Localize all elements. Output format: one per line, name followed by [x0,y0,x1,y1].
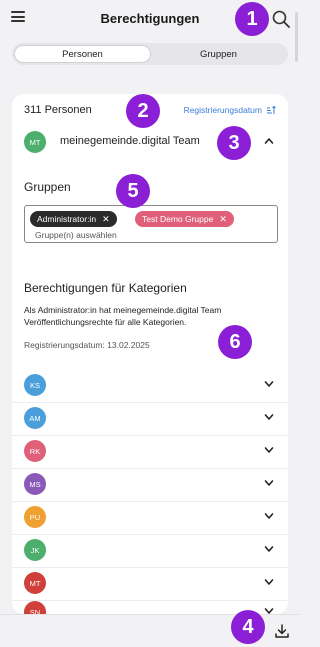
avatar: MT [24,131,46,153]
groups-placeholder: Gruppe(n) auswählen [35,230,117,240]
chip-label: Test Demo Gruppe [142,214,214,224]
sort-button[interactable]: Registrierungsdatum [184,105,276,115]
sort-label: Registrierungsdatum [183,105,262,115]
avatar: PU [24,506,46,528]
tab-personen[interactable]: Personen [14,45,151,63]
menu-icon[interactable] [11,11,25,22]
people-count: 311 Personen [24,104,92,116]
search-icon[interactable] [270,8,292,30]
page-title: Berechtigungen [100,10,200,26]
chevron-down-icon[interactable] [264,607,274,614]
person-row[interactable]: KS [12,367,288,403]
groups-select-field[interactable]: Administrator:in ✕ Test Demo Gruppe ✕ Gr… [24,205,278,243]
person-row[interactable]: MS [12,466,288,502]
page-scrollbar[interactable] [295,12,298,62]
chevron-up-icon[interactable] [264,137,274,145]
chevron-down-icon[interactable] [264,380,274,388]
annotation-badge: 3 [217,126,251,160]
categories-heading: Berechtigungen für Kategorien [24,281,187,295]
group-chip: Test Demo Gruppe ✕ [135,211,234,227]
group-chip: Administrator:in ✕ [30,211,117,227]
person-row[interactable]: JK [12,532,288,568]
annotation-badge: 2 [126,94,160,128]
annotation-badge: 6 [218,325,252,359]
person-name: meinegemeinde.digital Team [60,135,200,147]
remove-chip-icon[interactable]: ✕ [102,214,110,225]
download-icon[interactable] [274,623,290,639]
tab-gruppen[interactable]: Gruppen [151,45,286,63]
remove-chip-icon[interactable]: ✕ [219,214,227,225]
view-segmented-control: Personen Gruppen [12,43,288,65]
avatar: RK [24,440,46,462]
annotation-badge: 4 [231,610,265,644]
chip-label: Administrator:in [37,214,97,224]
chevron-down-icon[interactable] [264,446,274,454]
registration-date: Registrierungsdatum: 13.02.2025 [24,340,150,350]
chevron-down-icon[interactable] [264,479,274,487]
avatar: KS [24,374,46,396]
chevron-down-icon[interactable] [264,578,274,586]
avatar: MT [24,572,46,594]
person-row[interactable]: RK [12,433,288,469]
avatar: MS [24,473,46,495]
chevron-down-icon[interactable] [264,512,274,520]
groups-heading: Gruppen [24,180,71,194]
sort-icon [267,105,276,114]
annotation-badge: 5 [116,174,150,208]
permissions-screen: Berechtigungen Personen Gruppen 311 Pers… [0,0,300,647]
chevron-down-icon[interactable] [264,545,274,553]
person-row[interactable]: AM [12,400,288,436]
avatar: AM [24,407,46,429]
chevron-down-icon[interactable] [264,413,274,421]
person-row[interactable]: PU [12,499,288,535]
annotation-badge: 1 [235,2,269,36]
avatar: JK [24,539,46,561]
avatar: SN [24,601,46,614]
